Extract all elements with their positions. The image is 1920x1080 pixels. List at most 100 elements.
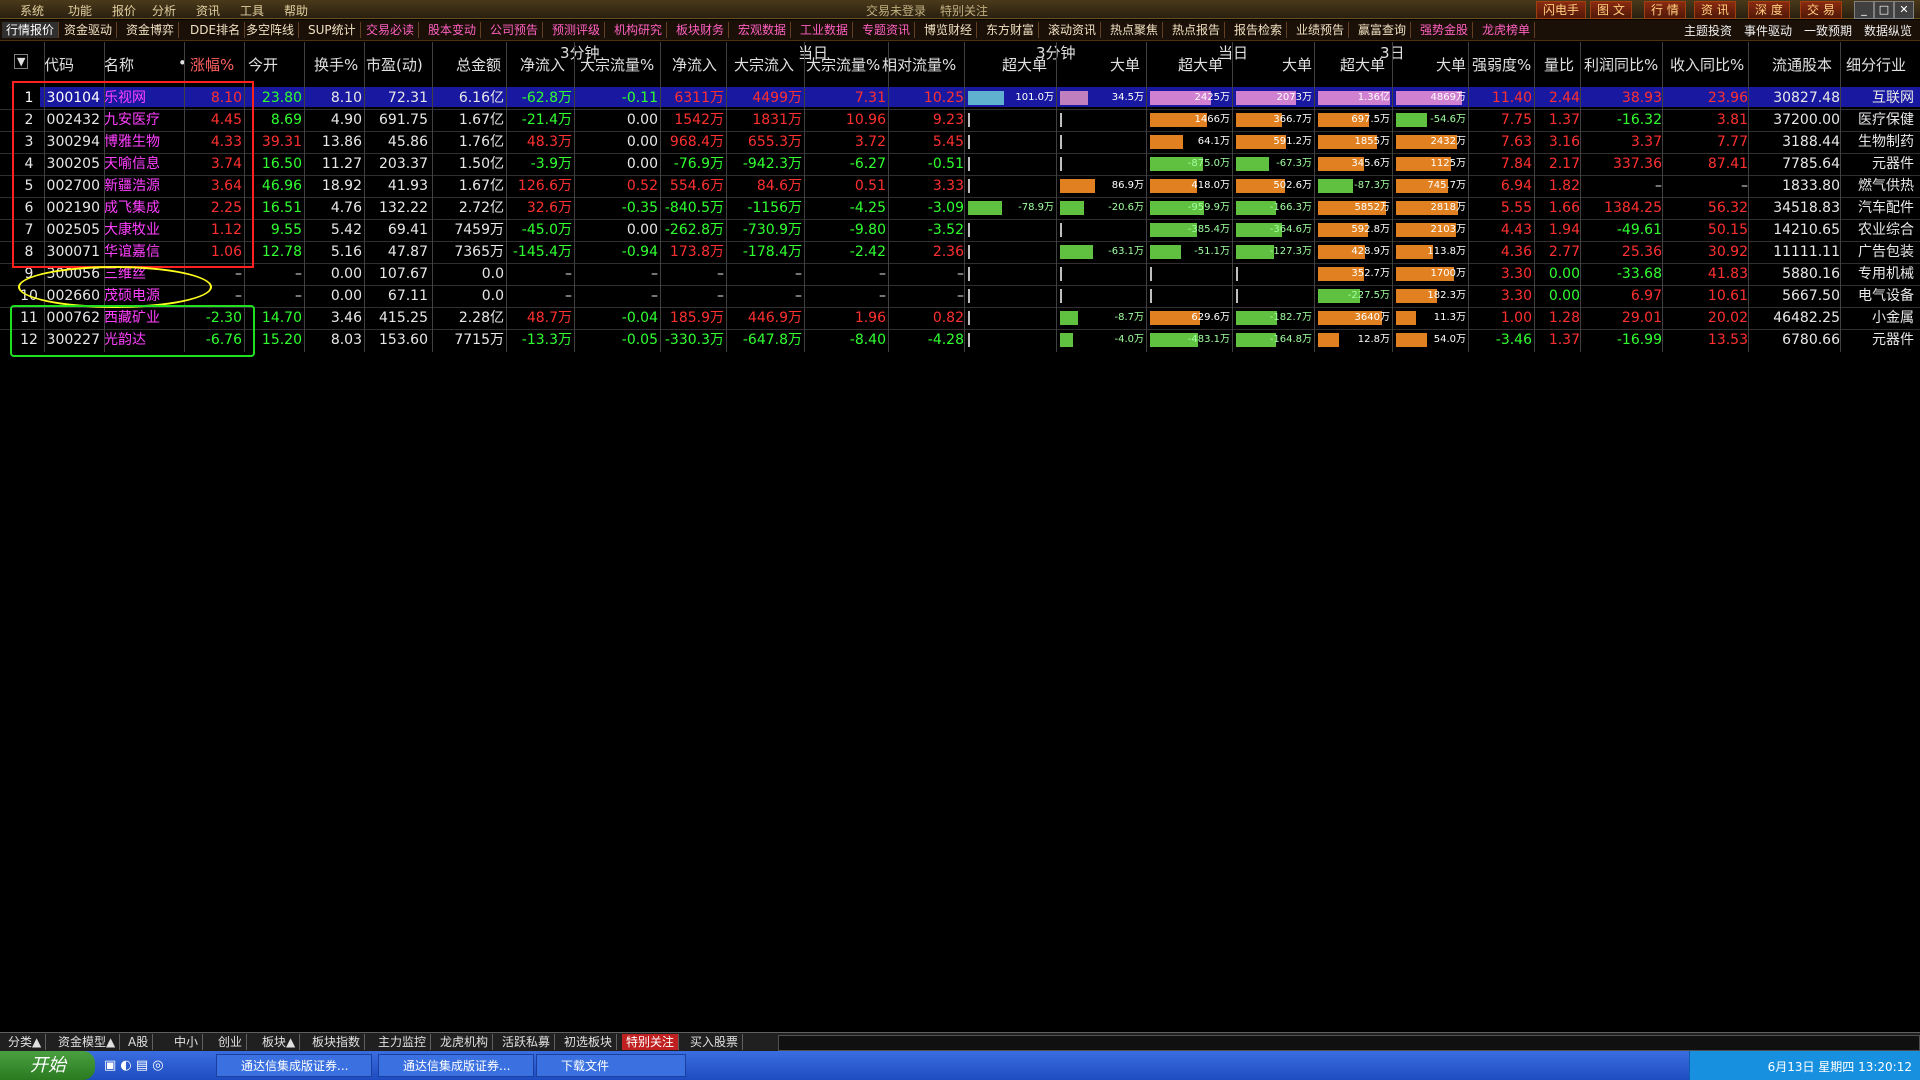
tab-item[interactable]: 强势金股 <box>1416 22 1474 38</box>
column-header[interactable]: 代码 <box>44 54 74 75</box>
tab-item[interactable]: 公司预告 <box>486 22 544 38</box>
menu-item[interactable]: 功能 <box>68 2 92 19</box>
tab-item-right[interactable]: 事件驱动 <box>1744 22 1792 39</box>
column-header[interactable]: 大宗流量% <box>580 54 654 75</box>
column-header[interactable]: 量比 <box>1544 54 1574 75</box>
tab-item[interactable]: SUP统计 <box>304 22 361 38</box>
menu-item[interactable]: 帮助 <box>284 2 308 19</box>
tab-item-right[interactable]: 一致预期 <box>1804 22 1852 39</box>
tab-item[interactable]: 专题资讯 <box>858 22 916 38</box>
bottom-tab[interactable]: 主力监控 <box>374 1034 432 1050</box>
column-header[interactable]: 净流入 <box>672 54 717 75</box>
start-button[interactable]: 开始 <box>0 1051 95 1080</box>
bottom-tab[interactable]: 创业 <box>214 1034 248 1050</box>
tab-item[interactable]: 工业数据 <box>796 22 854 38</box>
tab-item[interactable]: DDE排名 <box>186 22 246 38</box>
menu-item[interactable]: 工具 <box>240 2 264 19</box>
bottom-tab[interactable]: 初选板块 <box>560 1034 618 1050</box>
bottom-tab[interactable]: 板块▲ <box>258 1034 301 1050</box>
tab-item[interactable]: 板块财务 <box>672 22 730 38</box>
table-row[interactable]: 11 000762 西藏矿业 -2.30 14.70 3.46 415.25 2.28亿 48.… <box>0 308 1920 328</box>
bottom-tab[interactable]: A股 <box>124 1034 154 1050</box>
taskbar-window-button[interactable]: 下载文件 <box>536 1054 686 1077</box>
tab-item[interactable]: 龙虎榜单 <box>1478 22 1536 38</box>
minimize-button[interactable]: _ <box>1854 1 1874 19</box>
toolbar-button[interactable]: 闪电手 <box>1536 1 1587 19</box>
table-row[interactable]: 7 002505 大康牧业 1.12 9.55 5.42 69.41 7459万 -45.0万 0… <box>0 220 1920 240</box>
tab-item[interactable]: 东方财富 <box>982 22 1040 38</box>
table-row[interactable]: 6 002190 成飞集成 2.25 16.51 4.76 132.22 2.72亿 32.6万… <box>0 198 1920 218</box>
tab-item[interactable]: 机构研究 <box>610 22 668 38</box>
tab-item[interactable]: 资金博弈 <box>122 22 180 38</box>
table-row[interactable]: 8 300071 华谊嘉信 1.06 12.78 5.16 47.87 7365万 -145.4… <box>0 242 1920 262</box>
column-header[interactable]: • <box>178 54 187 72</box>
menu-item[interactable]: 资讯 <box>196 2 220 19</box>
table-row[interactable]: 10 002660 茂硕电源 – –0.00 67.11 0.0– – – – – – -227.5万 1… <box>0 286 1920 306</box>
menu-item[interactable]: 分析 <box>152 2 176 19</box>
table-row[interactable]: 4 300205 天喻信息 3.74 16.50 11.27 203.37 1.50亿 -3.9… <box>0 154 1920 174</box>
column-header[interactable]: 超大单 <box>1178 54 1223 75</box>
close-button[interactable]: ✕ <box>1894 1 1914 19</box>
menu-item[interactable]: 报价 <box>112 2 136 19</box>
tab-item[interactable]: 滚动资讯 <box>1044 22 1102 38</box>
tab-item[interactable]: 交易必读 <box>362 22 420 38</box>
column-header[interactable]: 细分行业 <box>1846 54 1906 75</box>
column-header[interactable]: 大宗流量% <box>806 54 880 75</box>
table-row[interactable]: 12 300227 光韵达 -6.76 15.20 8.03 153.60 7715万 -13.… <box>0 330 1920 350</box>
bottom-tab[interactable]: 板块指数 <box>308 1034 366 1050</box>
column-header[interactable]: 收入同比% <box>1670 54 1744 75</box>
restore-button[interactable]: □ <box>1874 1 1894 19</box>
bottom-tab[interactable]: 活跃私募 <box>498 1034 556 1050</box>
tab-item[interactable]: 宏观数据 <box>734 22 792 38</box>
horizontal-scrollbar[interactable] <box>778 1035 1920 1051</box>
column-header[interactable]: 流通股本 <box>1772 54 1832 75</box>
toolbar-button[interactable]: 交 易 <box>1800 1 1842 19</box>
tab-item[interactable]: 股本变动 <box>424 22 482 38</box>
column-header[interactable]: 大单 <box>1436 54 1466 75</box>
table-row[interactable]: 1 300104 乐视网 8.10 23.80 8.10 72.31 6.16亿 -62.8万 -… <box>0 88 1920 108</box>
bottom-tab[interactable]: 龙虎机构 <box>436 1034 494 1050</box>
toolbar-button[interactable]: 图 文 <box>1590 1 1632 19</box>
column-header[interactable]: 总金额 <box>456 54 501 75</box>
tab-item[interactable]: 热点报告 <box>1168 22 1226 38</box>
column-header[interactable]: 超大单 <box>1002 54 1047 75</box>
column-header[interactable]: 名称 <box>104 54 134 75</box>
tab-item[interactable]: 行情报价 <box>2 22 60 38</box>
tab-item[interactable]: 博览财经 <box>920 22 978 38</box>
column-header[interactable]: 大单 <box>1282 54 1312 75</box>
toolbar-button[interactable]: 深 度 <box>1748 1 1790 19</box>
column-header[interactable]: 市盈(动) <box>366 54 423 75</box>
column-header[interactable]: 相对流量% <box>882 54 956 75</box>
bottom-tab[interactable]: 买入股票 <box>686 1034 744 1050</box>
table-row[interactable]: 3 300294 博雅生物 4.33 39.31 13.86 45.86 1.76亿 48.3万… <box>0 132 1920 152</box>
tab-item[interactable]: 热点聚焦 <box>1106 22 1164 38</box>
toolbar-button[interactable]: 资 讯 <box>1694 1 1736 19</box>
table-row[interactable]: 5 002700 新疆浩源 3.64 46.96 18.92 41.93 1.67亿 126.6… <box>0 176 1920 196</box>
column-header[interactable]: 今开 <box>248 54 278 75</box>
quick-launch-icons[interactable]: ▣ ◐ ▤ ◎ <box>104 1058 164 1073</box>
tab-item[interactable]: 报告检索 <box>1230 22 1288 38</box>
bottom-tab[interactable]: 中小 <box>170 1034 204 1050</box>
column-header[interactable]: 大单 <box>1110 54 1140 75</box>
bottom-tab[interactable]: 分类▲ <box>4 1034 47 1050</box>
menu-item[interactable]: 系统 <box>20 2 44 19</box>
taskbar-window-button[interactable]: 通达信集成版证券... <box>216 1054 372 1077</box>
bottom-tab[interactable]: 特别关注 <box>622 1034 680 1050</box>
tab-item[interactable]: 资金驱动 <box>60 22 118 38</box>
tab-item[interactable]: 预测评级 <box>548 22 606 38</box>
toolbar-button[interactable]: 行 情 <box>1644 1 1686 19</box>
bottom-tab[interactable]: 资金模型▲ <box>54 1034 121 1050</box>
column-header[interactable]: 超大单 <box>1340 54 1385 75</box>
column-header[interactable]: 净流入 <box>520 54 565 75</box>
column-header[interactable]: 换手% <box>314 54 358 75</box>
tab-item-right[interactable]: 主题投资 <box>1684 22 1732 39</box>
column-header[interactable]: 强弱度% <box>1472 54 1531 75</box>
tab-item-right[interactable]: 数据纵览 <box>1864 22 1912 39</box>
table-row[interactable]: 9 300056 三维丝 – –0.00 107.67 0.0– – – – – –352.7万 170… <box>0 264 1920 284</box>
column-header[interactable]: 利润同比% <box>1584 54 1658 75</box>
sort-dropdown-icon[interactable]: ▼ <box>14 54 29 69</box>
table-row[interactable]: 2 002432 九安医疗 4.45 8.69 4.90 691.75 1.67亿 -21.4万… <box>0 110 1920 130</box>
tab-item[interactable]: 业绩预告 <box>1292 22 1350 38</box>
column-header[interactable]: 涨幅% <box>190 54 234 75</box>
tab-item[interactable]: 赢富查询 <box>1354 22 1412 38</box>
